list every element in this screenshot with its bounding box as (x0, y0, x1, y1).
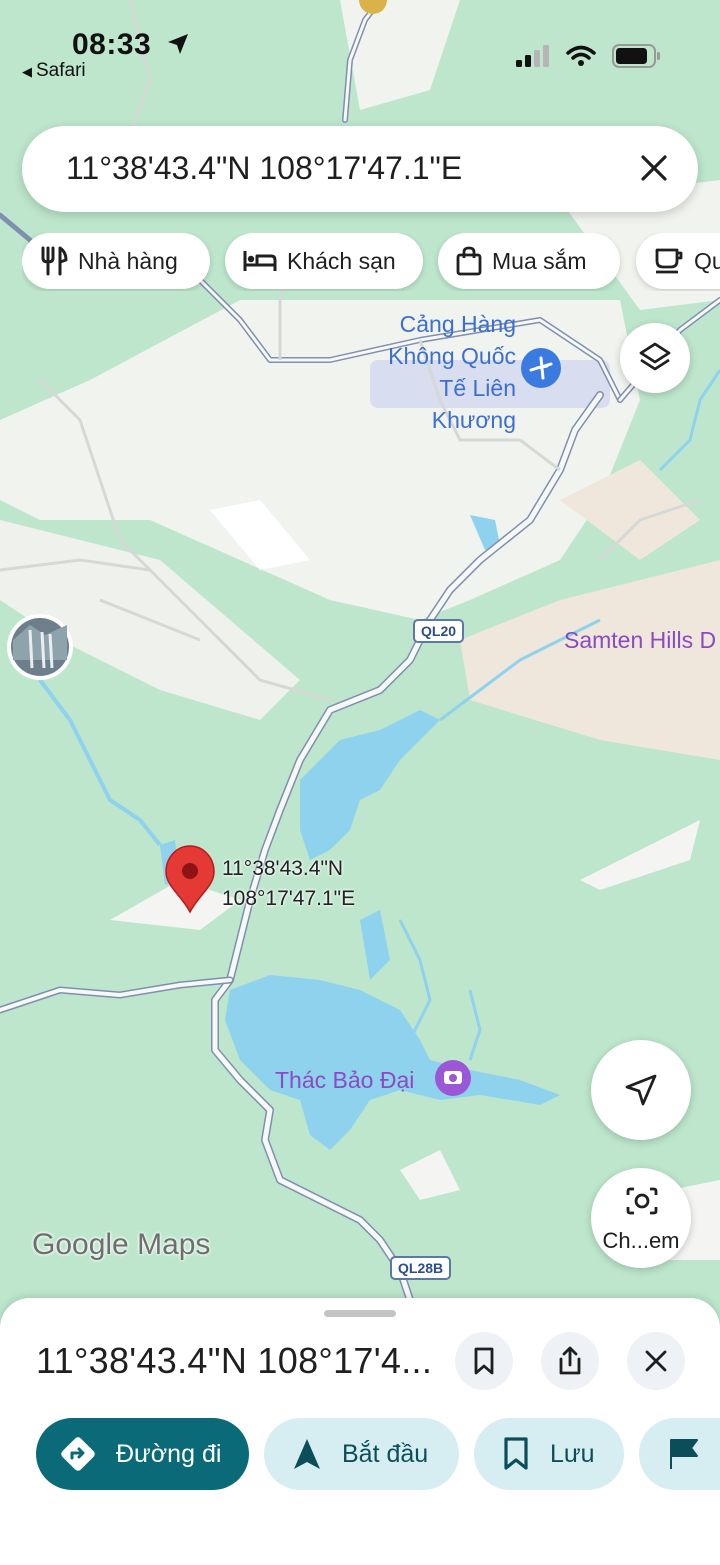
road-shield-ql20: QL20 (413, 619, 465, 643)
waterfall-label[interactable]: Thác Bảo Đại (275, 1064, 414, 1096)
chip-shopping[interactable]: Mua sắm (438, 233, 620, 289)
airport-label[interactable]: Cảng Hàng Không Quốc Tế Liên Khương (366, 308, 516, 436)
back-to-safari[interactable]: ◀ Safari (22, 60, 86, 82)
coffee-icon (654, 247, 684, 275)
navigation-start-icon (292, 1437, 322, 1471)
samten-hills-label[interactable]: Samten Hills D (564, 624, 716, 656)
back-app-label: Safari (36, 60, 86, 81)
camera-search-label: Ch...em (602, 1228, 680, 1253)
chip-label: Qu (694, 247, 720, 274)
directions-icon (60, 1436, 96, 1472)
save-place-button[interactable] (455, 1332, 513, 1390)
wifi-icon (566, 45, 596, 66)
close-icon (645, 1350, 667, 1372)
camera-icon (625, 1186, 659, 1221)
road-shield-ql28b: QL28B (390, 1256, 452, 1280)
location-services-icon (168, 34, 188, 54)
category-chips: Nhà hàng Khách sạn Mua sắm Qu (22, 233, 720, 291)
signal-icon (516, 45, 549, 67)
chip-label: Khách sạn (287, 247, 396, 274)
start-label: Bắt đầu (342, 1439, 429, 1468)
shopping-bag-icon (456, 246, 482, 276)
google-maps-logo: Google Maps (32, 1228, 211, 1261)
attraction-camera-icon (435, 1060, 471, 1096)
start-navigation-button[interactable]: Bắt đầu (264, 1418, 459, 1490)
sheet-drag-handle[interactable] (324, 1310, 396, 1317)
place-bottom-sheet: 11°38'43.4"N 108°17'4... Đường đi Bắt đầ… (0, 1298, 720, 1565)
directions-button[interactable]: Đường đi (36, 1418, 249, 1490)
my-location-button[interactable] (591, 1040, 691, 1140)
close-icon (641, 155, 667, 181)
hotel-icon (243, 249, 277, 273)
bookmark-icon (474, 1347, 494, 1375)
clear-search-button[interactable] (636, 150, 672, 186)
search-query[interactable]: 11°38'43.4"N 108°17'47.1"E (66, 150, 462, 187)
flag-icon (667, 1437, 699, 1471)
chip-restaurants[interactable]: Nhà hàng (22, 233, 210, 289)
restaurant-icon (40, 246, 68, 276)
directions-label: Đường đi (116, 1439, 222, 1468)
airport-icon (521, 348, 561, 388)
chip-label: Mua sắm (492, 247, 587, 274)
camera-search-button[interactable]: Ch...em (591, 1168, 691, 1268)
back-triangle-icon: ◀ (22, 64, 32, 79)
battery-icon (612, 44, 660, 68)
place-title: 11°38'43.4"N 108°17'4... (36, 1340, 433, 1381)
pin-latitude: 11°38'43.4"N (222, 857, 344, 880)
navigation-arrow-icon (625, 1074, 657, 1106)
pin-longitude: 108°17'47.1"E (222, 887, 356, 910)
chip-label: Nhà hàng (78, 247, 178, 274)
pin-coordinates-label: 11°38'43.4"N 108°17'47.1"E (222, 854, 355, 914)
close-sheet-button[interactable] (627, 1332, 685, 1390)
layers-icon (639, 342, 671, 371)
label-button[interactable] (639, 1418, 720, 1490)
search-bar[interactable]: 11°38'43.4"N 108°17'47.1"E (22, 126, 698, 212)
share-button[interactable] (541, 1332, 599, 1390)
save-label: Lưu (550, 1439, 595, 1468)
share-icon (559, 1346, 581, 1375)
chip-coffee[interactable]: Qu (636, 233, 720, 289)
map-layers-button[interactable] (620, 323, 690, 393)
status-time: 08:33 (72, 28, 152, 61)
save-button[interactable]: Lưu (474, 1418, 624, 1490)
chip-hotels[interactable]: Khách sạn (225, 233, 423, 289)
bookmark-icon (502, 1437, 530, 1471)
status-indicators (516, 44, 662, 68)
waterfall-photo-marker (7, 614, 73, 680)
